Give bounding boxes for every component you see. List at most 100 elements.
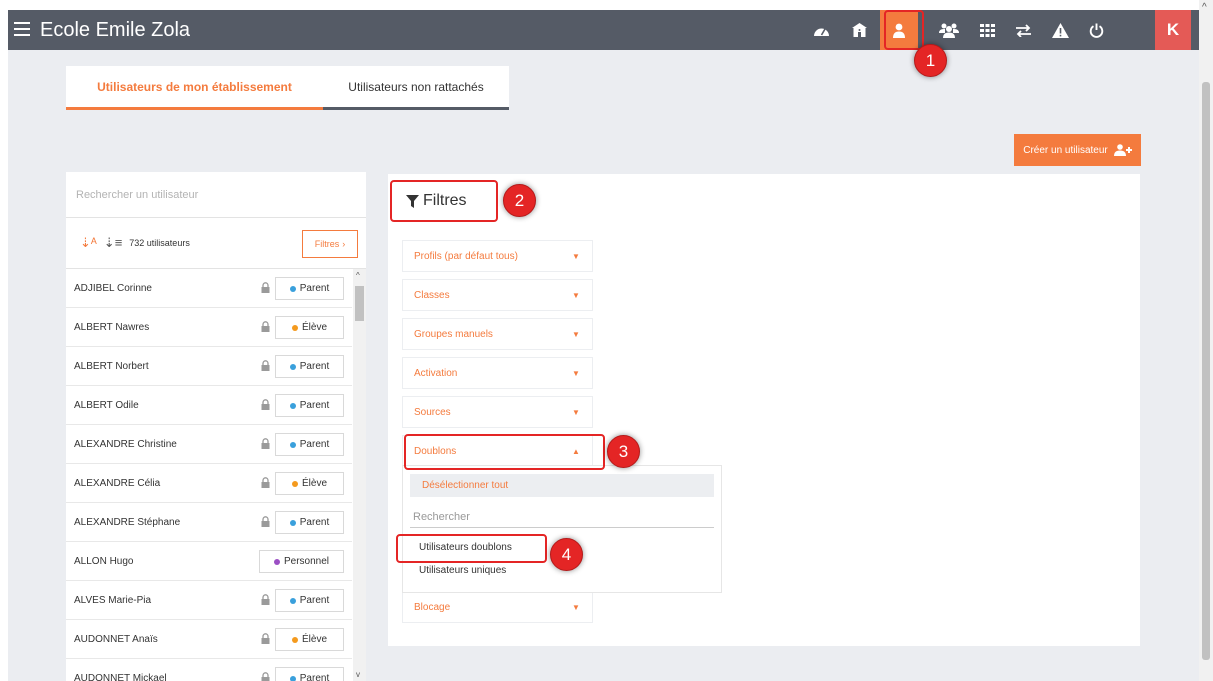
role-badge: Parent — [275, 394, 344, 417]
lock-icon — [261, 399, 270, 410]
highlight-duplicate-users — [396, 534, 547, 563]
role-label: Parent — [299, 673, 330, 681]
lock-icon — [261, 321, 270, 332]
user-row[interactable]: ALEXANDRE Stéphane Parent — [66, 503, 352, 542]
group-icon[interactable] — [936, 16, 962, 44]
role-dot-icon — [289, 597, 296, 604]
tab-unattached-users[interactable]: Utilisateurs non rattachés — [323, 66, 509, 110]
lock-icon — [261, 672, 270, 681]
user-name: ALEXANDRE Stéphane — [74, 516, 181, 528]
user-name: ALBERT Odile — [74, 399, 139, 411]
callout-2: 2 — [503, 184, 536, 217]
create-user-button[interactable]: Créer un utilisateur — [1014, 134, 1141, 166]
option-unique-users[interactable]: Utilisateurs uniques — [419, 565, 506, 576]
tab-bar: Utilisateurs de mon établissement Utilis… — [66, 66, 509, 110]
user-row[interactable]: AUDONNET Anaïs Élève — [66, 620, 352, 659]
user-row[interactable]: ALBERT Odile Parent — [66, 386, 352, 425]
user-name: ALBERT Nawres — [74, 321, 150, 333]
k-icon[interactable]: K — [1155, 10, 1191, 50]
user-name: AUDONNET Mickael — [74, 672, 167, 681]
scrollbar-thumb[interactable] — [1202, 82, 1210, 660]
role-dot-icon — [289, 402, 296, 409]
add-user-icon — [1113, 144, 1132, 156]
filter-label: Sources — [414, 406, 451, 418]
role-dot-icon — [289, 363, 296, 370]
doublons-dropdown: Désélectionner tout Rechercher Utilisate… — [402, 465, 722, 593]
role-label: Parent — [299, 400, 330, 411]
role-dot-icon — [289, 519, 296, 526]
filter-classes[interactable]: Classes ▼ — [402, 279, 593, 311]
highlight-user-icon — [884, 10, 924, 50]
callout-1: 1 — [914, 44, 947, 77]
user-row[interactable]: ALBERT Norbert Parent — [66, 347, 352, 386]
role-label: Parent — [299, 283, 330, 294]
doublons-search-input[interactable]: Rechercher — [410, 506, 714, 528]
role-dot-icon — [291, 324, 298, 331]
user-row[interactable]: ALEXANDRE Célia Élève — [66, 464, 352, 503]
hamburger-menu-icon[interactable] — [14, 22, 30, 36]
sort-list-icon[interactable]: ⇣≡ — [104, 235, 122, 251]
scroll-up-icon[interactable]: ^ — [356, 271, 360, 280]
role-badge: Parent — [275, 433, 344, 456]
scroll-up-icon[interactable]: ^ — [1202, 2, 1207, 13]
role-badge: Parent — [275, 277, 344, 300]
filter-label: Blocage — [414, 601, 451, 613]
filter-sources[interactable]: Sources ▼ — [402, 396, 593, 428]
school-icon[interactable] — [846, 16, 872, 44]
highlight-doublons — [404, 434, 605, 470]
user-row[interactable]: ALBERT Nawres Élève — [66, 308, 352, 347]
transfer-icon[interactable] — [1010, 16, 1036, 44]
user-search-input[interactable]: Rechercher un utilisateur — [66, 172, 366, 218]
caret-down-icon: ▼ — [572, 290, 580, 300]
deselect-all-button[interactable]: Désélectionner tout — [410, 474, 714, 497]
role-badge: Parent — [275, 355, 344, 378]
sort-alpha-icon[interactable]: ⇣ᴬ — [80, 235, 97, 251]
role-badge: Élève — [275, 316, 344, 339]
role-label: Parent — [299, 517, 330, 528]
power-icon[interactable] — [1083, 16, 1109, 44]
user-count-row: ⇣ᴬ ⇣≡ 732 utilisateurs Filtres › — [66, 218, 366, 269]
tab-my-establishment[interactable]: Utilisateurs de mon établissement — [66, 66, 323, 110]
user-name: ADJIBEL Corinne — [74, 282, 152, 294]
filter-blocage[interactable]: Blocage ▼ — [402, 591, 593, 623]
lock-icon — [261, 516, 270, 527]
user-row[interactable]: ALVES Marie-Pia Parent — [66, 581, 352, 620]
user-name: ALBERT Norbert — [74, 360, 149, 372]
filter-label: Profils (par défaut tous) — [414, 250, 518, 262]
warning-icon[interactable] — [1047, 16, 1073, 44]
user-row[interactable]: ADJIBEL Corinne Parent — [66, 269, 352, 308]
caret-down-icon: ▼ — [572, 329, 580, 339]
user-row[interactable]: ALLON Hugo Personnel — [66, 542, 352, 581]
scroll-down-icon[interactable]: v — [356, 670, 360, 679]
filter-groupes[interactable]: Groupes manuels ▼ — [402, 318, 593, 350]
role-label: Parent — [299, 439, 330, 450]
caret-down-icon: ▼ — [572, 602, 580, 612]
lock-icon — [261, 438, 270, 449]
role-badge: Élève — [275, 472, 344, 495]
user-list-panel: Rechercher un utilisateur ⇣ᴬ ⇣≡ 732 util… — [66, 172, 366, 681]
filter-profils[interactable]: Profils (par défaut tous) ▼ — [402, 240, 593, 272]
chevron-right-icon: › — [342, 239, 346, 249]
app-window: Ecole Emile Zola K ^ Utilisateurs de mon… — [0, 0, 1213, 681]
role-dot-icon — [289, 285, 296, 292]
filters-button-label: Filtres — [314, 239, 340, 249]
highlight-filters-heading — [390, 180, 498, 222]
filter-activation[interactable]: Activation ▼ — [402, 357, 593, 389]
app-title: Ecole Emile Zola — [40, 19, 191, 41]
scrollbar-thumb[interactable] — [355, 286, 364, 321]
callout-4: 4 — [550, 538, 583, 571]
filters-panel: Filtres Profils (par défaut tous) ▼ Classe… — [388, 174, 1140, 646]
user-row[interactable]: ALEXANDRE Christine Parent — [66, 425, 352, 464]
page-scrollbar[interactable]: ^ — [1199, 0, 1213, 681]
lock-icon — [261, 282, 270, 293]
user-list-scrollbar[interactable]: ^ v — [353, 269, 366, 681]
filter-label: Classes — [414, 289, 450, 301]
filters-toggle-button[interactable]: Filtres › — [302, 230, 358, 258]
role-badge: Élève — [275, 628, 344, 651]
dashboard-icon[interactable] — [808, 16, 834, 44]
caret-down-icon: ▼ — [572, 407, 580, 417]
top-navigation-bar: Ecole Emile Zola K — [8, 10, 1199, 50]
grid-icon[interactable] — [974, 16, 1000, 44]
user-row[interactable]: AUDONNET Mickael Parent — [66, 659, 352, 681]
user-name: ALEXANDRE Christine — [74, 438, 177, 450]
